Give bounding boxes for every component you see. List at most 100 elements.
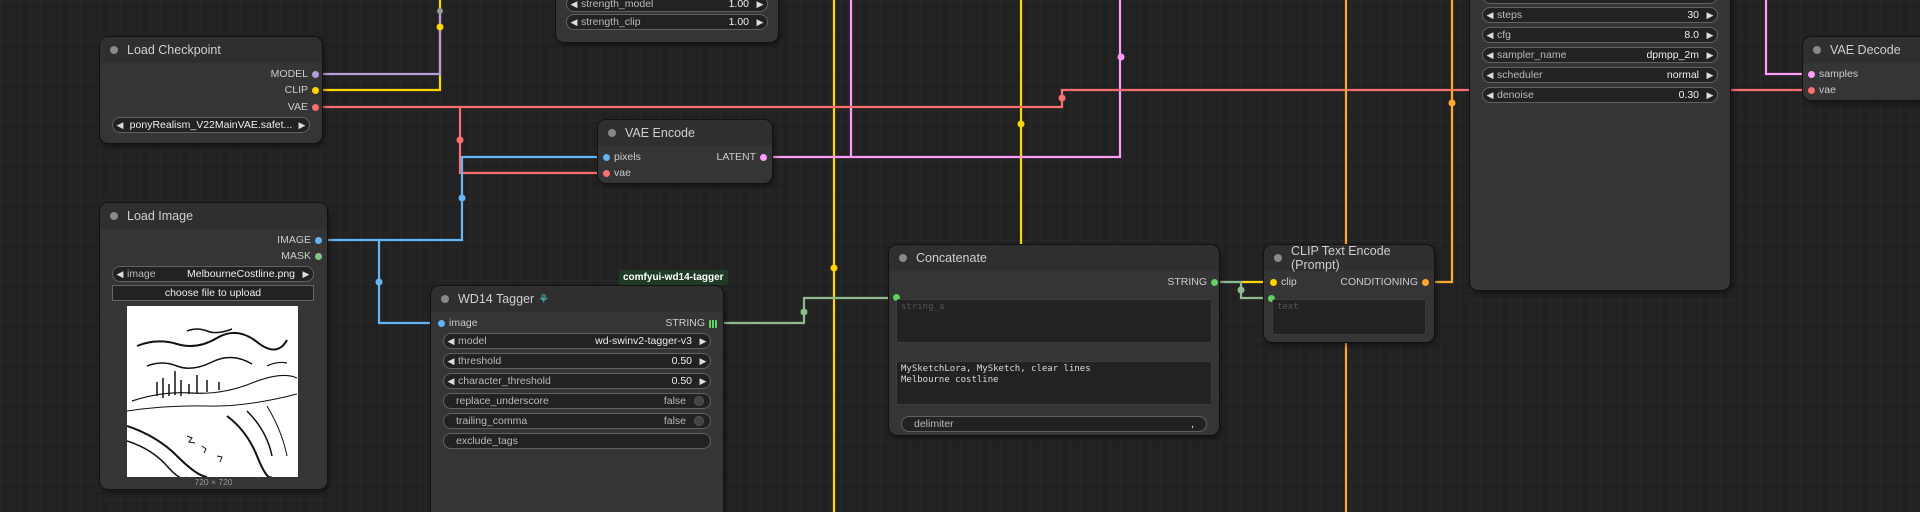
wd14-tagger-node[interactable]: WD14 Tagger ⚘ image STRING ◀ model wd-swi… — [431, 286, 723, 512]
decrement-icon[interactable]: ◀ — [1483, 28, 1497, 42]
load-checkpoint-node[interactable]: Load Checkpoint MODEL CLIP VAE ◀ ponyRea… — [100, 37, 322, 143]
input-samples[interactable]: samples — [1808, 67, 1889, 81]
node-title-bar[interactable]: VAE Encode — [598, 120, 772, 146]
collapse-dot-icon[interactable] — [608, 129, 616, 137]
decrement-icon[interactable]: ◀ — [444, 354, 458, 368]
partial-widget[interactable]: ◀▶ — [1482, 0, 1718, 4]
trailing-comma-toggle[interactable]: trailing_comma false — [443, 413, 711, 429]
collapse-dot-icon[interactable] — [110, 46, 118, 54]
steps-widget[interactable]: ◀ steps 30 ▶ — [1482, 7, 1718, 23]
increment-icon[interactable]: ▶ — [1703, 48, 1717, 62]
increment-icon[interactable]: ▶ — [1703, 68, 1717, 82]
exclude-tags-input[interactable]: exclude_tags — [443, 433, 711, 449]
decrement-icon[interactable]: ◀ — [1483, 88, 1497, 102]
input-vae[interactable]: vae — [603, 166, 674, 180]
input-slot-icon[interactable] — [1270, 278, 1277, 286]
ckpt-name-widget[interactable]: ◀ ponyRealism_V22MainVAE.safet... ▶ — [112, 117, 310, 133]
prompt-textarea[interactable]: text — [1272, 299, 1426, 335]
image-select-widget[interactable]: ◀ image MelbourneCostline.png ▶ — [112, 266, 314, 282]
node-title-bar[interactable]: WD14 Tagger ⚘ — [431, 286, 723, 312]
output-image[interactable]: IMAGE — [211, 233, 322, 247]
strength-clip-widget[interactable]: ◀ strength_clip 1.00 ▶ — [566, 14, 768, 30]
increment-icon[interactable]: ▶ — [295, 118, 309, 132]
output-slot-icon[interactable] — [312, 86, 319, 94]
decrement-icon[interactable]: ◀ — [567, 15, 581, 29]
decrement-icon[interactable]: ◀ — [113, 118, 127, 132]
decrement-icon[interactable]: ◀ — [1483, 68, 1497, 82]
wire-latent-out[interactable] — [766, 0, 1122, 159]
decrement-icon[interactable]: ◀ — [1483, 8, 1497, 22]
decrement-icon[interactable]: ◀ — [1483, 0, 1497, 3]
delimiter-input[interactable]: delimiter , — [901, 416, 1207, 432]
model-widget[interactable]: ◀ model wd-swinv2-tagger-v3 ▶ — [443, 333, 711, 349]
output-string[interactable]: STRING — [625, 316, 717, 330]
wire-clip-up[interactable] — [316, 0, 442, 92]
input-pixels[interactable]: pixels — [603, 150, 674, 164]
increment-icon[interactable]: ▶ — [753, 15, 767, 29]
increment-icon[interactable]: ▶ — [1703, 28, 1717, 42]
output-conditioning[interactable]: CONDITIONING — [1318, 275, 1429, 289]
wire-string-concat-to-clip[interactable] — [1212, 280, 1270, 300]
wire-conditioning[interactable] — [1427, 0, 1454, 284]
input-slot-icon[interactable] — [603, 153, 610, 161]
decrement-icon[interactable]: ◀ — [444, 334, 458, 348]
output-string[interactable]: STRING — [1127, 275, 1218, 289]
collapse-dot-icon[interactable] — [1813, 46, 1821, 54]
input-slot-icon[interactable] — [438, 319, 445, 327]
vae-decode-node[interactable]: VAE Decode samples vae — [1803, 37, 1920, 100]
output-clip[interactable]: CLIP — [208, 83, 319, 97]
collapse-dot-icon[interactable] — [110, 212, 118, 220]
ksampler-node[interactable]: ◀▶ ◀ steps 30 ▶ ◀ cfg 8.0 ▶ ◀ sampler_na… — [1470, 0, 1730, 290]
clip-text-encode-node[interactable]: CLIP Text Encode (Prompt) clip CONDITION… — [1264, 244, 1434, 342]
decrement-icon[interactable]: ◀ — [113, 267, 127, 281]
string-a-textarea[interactable]: string_a — [896, 299, 1212, 343]
input-image[interactable]: image — [438, 316, 529, 330]
increment-icon[interactable]: ▶ — [1703, 0, 1717, 3]
output-slot-icon[interactable] — [760, 153, 767, 161]
sampler-name-widget[interactable]: ◀ sampler_name dpmpp_2m ▶ — [1482, 47, 1718, 63]
node-title-bar[interactable]: Concatenate — [889, 245, 1219, 271]
increment-icon[interactable]: ▶ — [299, 267, 313, 281]
increment-icon[interactable]: ▶ — [696, 374, 710, 388]
choose-file-button[interactable]: choose file to upload — [112, 285, 314, 301]
output-vae[interactable]: VAE — [208, 100, 319, 114]
output-model[interactable]: MODEL — [208, 67, 319, 81]
increment-icon[interactable]: ▶ — [1703, 8, 1717, 22]
increment-icon[interactable]: ▶ — [1703, 88, 1717, 102]
output-slot-icon[interactable] — [1211, 278, 1218, 286]
wire-image-to-tagger[interactable] — [377, 240, 439, 325]
vae-encode-node[interactable]: VAE Encode pixels vae LATENT — [598, 120, 772, 183]
wire-vae-to-encode[interactable] — [458, 107, 604, 175]
decrement-icon[interactable]: ◀ — [567, 0, 581, 11]
increment-icon[interactable]: ▶ — [753, 0, 767, 11]
output-slot-icon[interactable] — [315, 236, 322, 244]
concatenate-node[interactable]: Concatenate STRING string_a MySketchLora… — [889, 245, 1219, 435]
wire-string-tagger-to-concat[interactable] — [714, 296, 896, 325]
scheduler-widget[interactable]: ◀ scheduler normal ▶ — [1482, 67, 1718, 83]
wire-model[interactable] — [316, 10, 442, 76]
node-title-bar[interactable]: Load Image — [100, 203, 327, 229]
input-slot-icon[interactable] — [1808, 86, 1815, 94]
denoise-widget[interactable]: ◀ denoise 0.30 ▶ — [1482, 87, 1718, 103]
toggle-icon[interactable] — [694, 396, 704, 406]
output-mask[interactable]: MASK — [211, 249, 322, 263]
collapse-dot-icon[interactable] — [899, 254, 907, 262]
input-slot-icon[interactable] — [603, 169, 610, 177]
character-threshold-widget[interactable]: ◀ character_threshold 0.50 ▶ — [443, 373, 711, 389]
node-title-bar[interactable]: CLIP Text Encode (Prompt) — [1264, 244, 1434, 272]
cfg-widget[interactable]: ◀ cfg 8.0 ▶ — [1482, 27, 1718, 43]
threshold-widget[interactable]: ◀ threshold 0.50 ▶ — [443, 353, 711, 369]
collapse-dot-icon[interactable] — [1274, 254, 1282, 262]
decrement-icon[interactable]: ◀ — [1483, 48, 1497, 62]
strength-model-widget[interactable]: ◀ strength_model 1.00 ▶ — [566, 0, 768, 12]
decrement-icon[interactable]: ◀ — [444, 374, 458, 388]
increment-icon[interactable]: ▶ — [696, 334, 710, 348]
output-grid-icon[interactable] — [709, 319, 717, 328]
increment-icon[interactable]: ▶ — [696, 354, 710, 368]
collapse-dot-icon[interactable] — [441, 295, 449, 303]
string-b-textarea[interactable]: MySketchLora, MySketch, clear lines Melb… — [896, 361, 1212, 405]
input-slot-icon[interactable] — [1808, 70, 1815, 78]
node-title-bar[interactable]: VAE Decode — [1803, 37, 1920, 63]
toggle-icon[interactable] — [694, 416, 704, 426]
input-vae[interactable]: vae — [1808, 83, 1889, 97]
